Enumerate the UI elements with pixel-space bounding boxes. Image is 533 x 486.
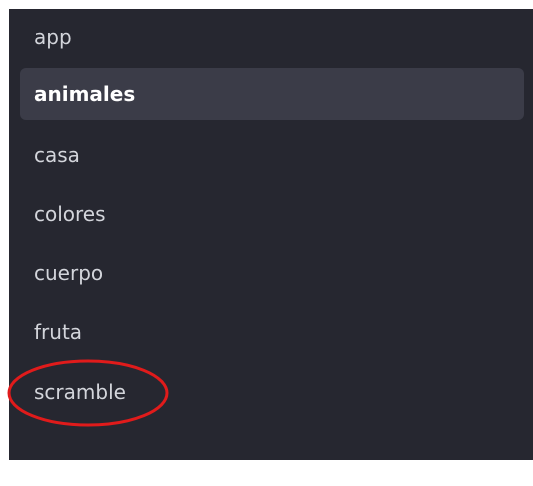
sidebar-item-colores[interactable]: colores (20, 188, 524, 240)
sidebar-item-cuerpo[interactable]: cuerpo (20, 247, 524, 299)
sidebar-item-label: casa (34, 143, 80, 167)
sidebar-item-label: fruta (34, 320, 83, 344)
sidebar-item-animales[interactable]: animales (20, 68, 524, 120)
sidebar-item-app[interactable]: app (20, 11, 524, 63)
sidebar-item-scramble[interactable]: scramble (20, 366, 524, 418)
sidebar-item-label: scramble (34, 380, 126, 404)
sidebar-item-label: cuerpo (34, 261, 104, 285)
sidebar-item-fruta[interactable]: fruta (20, 306, 524, 358)
sidebar-item-label: colores (34, 202, 106, 226)
sidebar-nav: app animales casa colores cuerpo fruta s… (9, 9, 533, 460)
sidebar-item-casa[interactable]: casa (20, 129, 524, 181)
sidebar-item-label: app (34, 25, 72, 49)
sidebar-item-label: animales (34, 82, 136, 106)
